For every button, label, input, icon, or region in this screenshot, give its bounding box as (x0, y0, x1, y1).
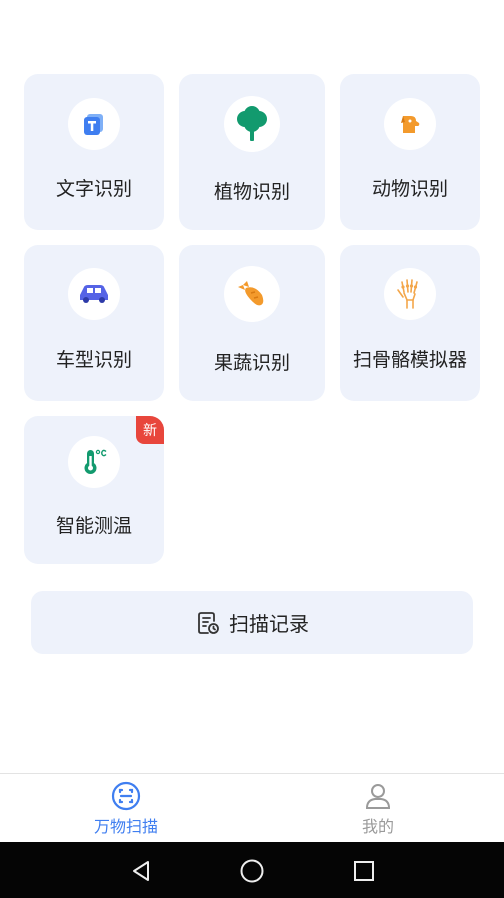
carrot-icon (224, 266, 280, 322)
feature-label: 果蔬识别 (213, 352, 290, 374)
dog-icon (384, 98, 436, 150)
feature-label: 文字识别 (55, 178, 132, 200)
feature-label: 植物识别 (213, 181, 290, 203)
tab-label: 万物扫描 (93, 816, 158, 836)
feature-label: 智能测温 (55, 515, 132, 537)
feature-label: 扫骨骼模拟器 (352, 349, 467, 371)
feature-card-animal-recognition[interactable]: 动物识别 (340, 74, 480, 230)
feature-label: 车型识别 (55, 349, 132, 371)
feature-card-smart-thermometer[interactable]: 新 智能测温 (24, 416, 164, 564)
recent-apps-icon[interactable] (349, 856, 379, 886)
tree-icon (224, 96, 280, 152)
bottom-tab-bar: 万物扫描 我的 (0, 773, 504, 842)
person-icon (363, 781, 393, 811)
car-icon (68, 268, 120, 320)
feature-card-plant-recognition[interactable]: 植物识别 (179, 74, 325, 230)
hand-bone-icon (384, 268, 436, 320)
tab-mine[interactable]: 我的 (318, 774, 438, 843)
scan-record-button[interactable]: 扫描记录 (31, 591, 473, 654)
thermometer-icon (68, 436, 120, 488)
record-list-icon (195, 610, 221, 636)
tab-label: 我的 (361, 816, 394, 836)
feature-card-car-recognition[interactable]: 车型识别 (24, 245, 164, 401)
feature-label: 动物识别 (371, 178, 448, 200)
feature-card-produce-recognition[interactable]: 果蔬识别 (179, 245, 325, 401)
tab-scan-everything[interactable]: 万物扫描 (66, 774, 186, 843)
text-recognition-icon (68, 98, 120, 150)
feature-card-bone-scanner[interactable]: 扫骨骼模拟器 (340, 245, 480, 401)
new-badge: 新 (136, 416, 164, 444)
system-navigation-bar (0, 842, 504, 898)
back-icon[interactable] (126, 856, 156, 886)
home-icon[interactable] (237, 856, 267, 886)
feature-card-text-recognition[interactable]: 文字识别 (24, 74, 164, 230)
scan-face-icon (111, 781, 141, 811)
scan-record-label: 扫描记录 (229, 612, 309, 636)
